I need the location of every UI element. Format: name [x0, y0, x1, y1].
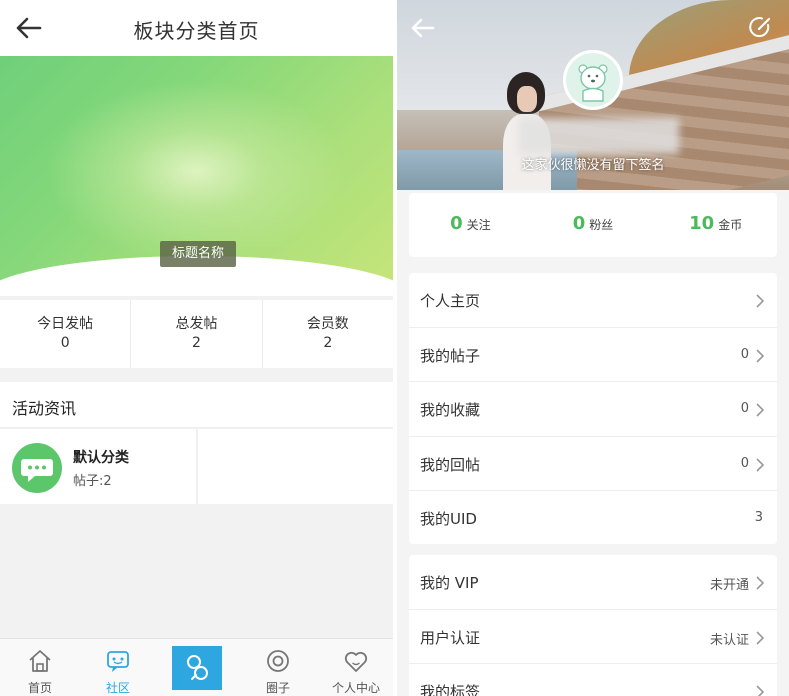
stat-label: 总发帖 [175, 316, 218, 332]
stat-members: 会员数 2 [263, 300, 393, 368]
menu-item-my-posts[interactable]: 我的帖子 0 [409, 328, 777, 382]
blurred-username [519, 118, 679, 154]
top-bar: 板块分类首页 [0, 0, 393, 56]
menu-item-label: 我的收藏 [420, 401, 481, 419]
forum-category-screen: 板块分类首页 标题名称 今日发帖 0 总发帖 2 会员数 2 活动资讯 默认分类… [0, 0, 393, 696]
personal-center-screen: 这家伙很懒没有留下签名 0关注 0粉丝 10金币 个人主页 我的帖子 0 [397, 0, 789, 696]
tab-label: 圈子 [265, 681, 290, 695]
stat-label: 金币 [718, 218, 743, 232]
chevron-right-icon [756, 294, 765, 308]
menu-item-label: 我的标签 [420, 683, 481, 696]
stat-followers[interactable]: 0 粉丝 [532, 193, 655, 257]
category-banner: 标题名称 [0, 56, 393, 296]
menu-item-my-replies[interactable]: 我的回帖 0 [409, 437, 777, 491]
tab-home[interactable]: 首页 [10, 639, 70, 696]
tab-publish[interactable] [172, 646, 222, 690]
category-empty-cell [198, 429, 393, 504]
chevron-right-icon [756, 685, 765, 696]
tab-circle[interactable]: 圈子 [248, 639, 308, 696]
stat-coins[interactable]: 10 金币 [654, 193, 777, 257]
menu-item-value: 0 [740, 401, 749, 416]
menu-item-label: 我的 VIP [420, 574, 479, 592]
stat-following[interactable]: 0 关注 [409, 193, 532, 257]
avatar[interactable] [563, 50, 623, 110]
menu-item-label: 我的回帖 [420, 455, 481, 474]
menu-item-label: 个人主页 [420, 292, 481, 310]
edit-icon[interactable] [747, 14, 773, 40]
circle-icon [267, 650, 289, 672]
menu-group-secondary: 我的 VIP 未开通 用户认证 未认证 我的标签 [409, 555, 777, 696]
chevron-right-icon [756, 457, 765, 472]
home-icon [29, 650, 51, 672]
menu-item-label: 我的帖子 [420, 346, 481, 365]
page-title: 板块分类首页 [133, 19, 260, 43]
banner-title-badge: 标题名称 [160, 241, 236, 267]
stat-total-posts: 总发帖 2 [131, 300, 263, 368]
menu-item-value: 3 [754, 510, 763, 525]
section-header: 活动资讯 [0, 382, 393, 428]
profile-stats-card: 0 关注 0 粉丝 10 金币 [409, 193, 777, 257]
heart-face-icon [344, 651, 368, 672]
chat-bubble-icon [12, 443, 62, 493]
stat-label: 粉丝 [589, 218, 614, 232]
menu-item-verification[interactable]: 用户认证 未认证 [409, 610, 777, 664]
person-face [517, 86, 537, 112]
category-stats: 今日发帖 0 总发帖 2 会员数 2 [0, 300, 393, 368]
menu-item-label: 用户认证 [420, 628, 481, 647]
tab-label: 社区 [105, 681, 130, 695]
screenshot-stage: 板块分类首页 标题名称 今日发帖 0 总发帖 2 会员数 2 活动资讯 默认分类… [0, 0, 789, 696]
chevron-right-icon [756, 630, 765, 645]
chevron-right-icon [756, 403, 765, 417]
polar-bear-avatar-icon [566, 53, 620, 107]
menu-item-my-favorites[interactable]: 我的收藏 0 [409, 382, 777, 437]
stat-label: 关注 [466, 218, 491, 232]
community-icon [107, 651, 129, 672]
tab-label: 个人中心 [331, 681, 380, 695]
stat-value: 2 [192, 335, 201, 351]
stat-number: 10 [689, 213, 715, 234]
menu-item-value: 0 [740, 346, 749, 362]
stat-label: 会员数 [306, 316, 349, 332]
back-arrow-icon[interactable] [409, 15, 437, 41]
category-item-default[interactable]: 默认分类 帖子:2 [0, 429, 197, 504]
stat-value: 0 [60, 335, 70, 351]
category-post-count: 帖子:2 [73, 474, 112, 489]
chevron-right-icon [756, 348, 765, 363]
tab-label: 首页 [27, 681, 52, 695]
menu-item-value: 0 [740, 455, 749, 471]
stat-label: 今日发帖 [37, 316, 94, 332]
tab-community[interactable]: 社区 [88, 639, 148, 696]
stat-today-posts: 今日发帖 0 [0, 300, 132, 368]
user-signature: 这家伙很懒没有留下签名 [521, 158, 665, 173]
menu-item-my-uid[interactable]: 我的UID 3 [409, 491, 777, 546]
menu-item-my-vip[interactable]: 我的 VIP 未开通 [409, 555, 777, 610]
stat-number: 0 [572, 213, 586, 234]
category-name: 默认分类 [73, 450, 129, 466]
publish-icon [187, 655, 208, 680]
tab-profile[interactable]: 个人中心 [326, 639, 386, 696]
menu-item-value: 未认证 [709, 632, 749, 648]
stat-number: 0 [450, 213, 463, 234]
menu-item-my-tags[interactable]: 我的标签 [409, 664, 777, 696]
stat-value: 2 [323, 335, 333, 351]
section-title: 活动资讯 [12, 399, 77, 418]
menu-item-homepage[interactable]: 个人主页 [409, 273, 777, 328]
menu-item-value: 未开通 [709, 578, 749, 593]
chevron-right-icon [756, 576, 765, 590]
menu-item-label: 我的UID [420, 510, 477, 528]
menu-group-primary: 个人主页 我的帖子 0 我的收藏 0 我的回帖 0 我的UID 3 [409, 273, 777, 544]
